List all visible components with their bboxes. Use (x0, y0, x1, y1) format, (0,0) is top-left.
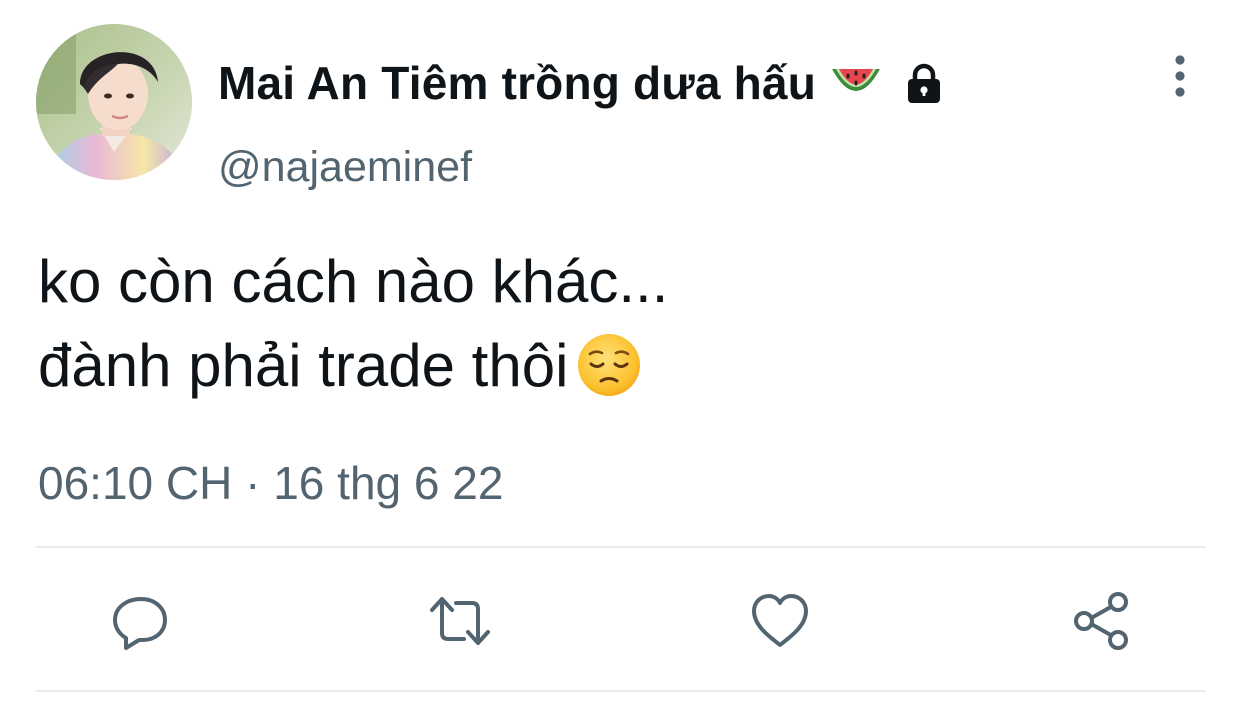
divider (36, 690, 1206, 692)
heart-icon (752, 594, 808, 647)
tweet-text-line-content: đành phải trade thôi (38, 332, 569, 399)
tweet-timestamp[interactable]: 06:10 CH · 16 thg 6 22 (38, 456, 503, 510)
tweet-text-line: ko còn cách nào khác... (38, 248, 669, 315)
author-handle[interactable]: @najaeminef (218, 143, 472, 192)
avatar[interactable] (36, 24, 192, 180)
lock-icon (902, 61, 946, 105)
tweet-text-line: đành phải trade thôi (38, 324, 1198, 408)
author-name-row: Mai An Tiêm trồng dưa hấu (218, 52, 946, 114)
retweet-icon (430, 597, 490, 645)
pensive-face-icon (576, 332, 642, 398)
tweet-text: ko còn cách nào khác... đành phải trade … (38, 240, 1198, 408)
like-button[interactable] (744, 585, 816, 657)
reply-button[interactable] (104, 585, 176, 657)
tweet-card: Mai An Tiêm trồng dưa hấu @najaeminef ko… (0, 0, 1242, 711)
more-vertical-icon[interactable] (1162, 52, 1198, 100)
reply-icon (113, 597, 167, 650)
share-icon (1074, 592, 1128, 650)
retweet-button[interactable] (424, 585, 496, 657)
avatar-image (36, 24, 192, 180)
watermelon-icon (830, 63, 882, 103)
share-button[interactable] (1066, 585, 1138, 657)
display-name[interactable]: Mai An Tiêm trồng dưa hấu (218, 56, 816, 110)
divider (36, 546, 1206, 548)
